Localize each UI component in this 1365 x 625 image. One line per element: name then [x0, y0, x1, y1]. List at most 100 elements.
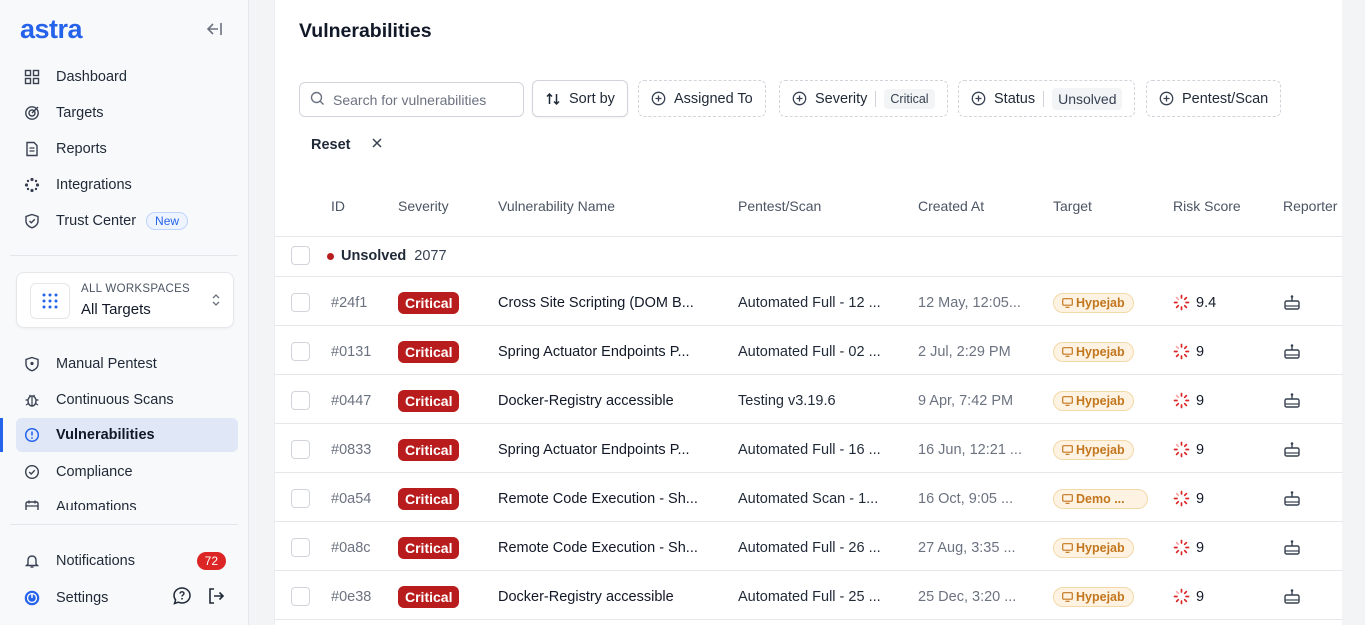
target-badge[interactable]: Hypejab [1053, 586, 1134, 607]
table-row[interactable]: #0e38 Critical Docker-Registry accessibl… [275, 572, 1343, 621]
nav-notifications[interactable]: Notifications 72 [16, 544, 238, 578]
sort-arrows-icon [545, 91, 561, 107]
created-at: 16 Jun, 12:21 ... [918, 441, 1022, 458]
target-badge[interactable]: Hypejab [1053, 439, 1134, 460]
reset-filters-button[interactable]: Reset [311, 137, 383, 153]
nav-compliance[interactable]: Compliance [16, 455, 238, 489]
logout-icon[interactable] [206, 586, 226, 610]
severity-label: Severity [815, 90, 868, 107]
column-header-created[interactable]: Created At [918, 198, 984, 214]
target-icon [24, 105, 40, 121]
created-at: 16 Oct, 9:05 ... [918, 490, 1014, 507]
table-row[interactable]: #24f1 Critical Cross Site Scripting (DOM… [275, 278, 1343, 327]
nav-label: Vulnerabilities [56, 427, 155, 443]
nav-manual-pentest[interactable]: Manual Pentest [16, 347, 238, 381]
row-checkbox[interactable] [291, 342, 310, 361]
vuln-name[interactable]: Cross Site Scripting (DOM B... [498, 278, 718, 327]
target-cell: Demo ... [1053, 474, 1148, 523]
reporter-cell [1283, 376, 1301, 425]
vuln-name[interactable]: Remote Code Execution - Sh... [498, 523, 718, 572]
vuln-name[interactable]: Spring Actuator Endpoints P... [498, 425, 718, 474]
created-at: 9 Apr, 7:42 PM [918, 392, 1014, 409]
risk-gauge-icon [1173, 343, 1190, 360]
target-badge[interactable]: Hypejab [1053, 390, 1134, 411]
nav-trust-center[interactable]: Trust Center New [16, 204, 238, 238]
target-badge[interactable]: Hypejab [1053, 341, 1134, 362]
pentest-scan: Automated Full - 26 ... [738, 539, 881, 556]
table-row[interactable]: #0447 Critical Docker-Registry accessibl… [275, 376, 1343, 425]
row-checkbox[interactable] [291, 489, 310, 508]
nav-vulnerabilities[interactable]: Vulnerabilities [16, 418, 238, 452]
astra-logo[interactable]: astra [20, 14, 83, 45]
row-checkbox[interactable] [291, 440, 310, 459]
severity-badge: Critical [398, 487, 460, 510]
pentest-scan-filter[interactable]: Pentest/Scan [1146, 80, 1282, 117]
nav-targets[interactable]: Targets [16, 96, 238, 130]
reporter-cell [1283, 327, 1301, 376]
nav-label: Manual Pentest [56, 356, 157, 372]
robot-icon [1284, 442, 1300, 457]
vuln-id: #0131 [331, 343, 372, 360]
column-header-id[interactable]: ID [331, 198, 345, 214]
row-checkbox[interactable] [291, 391, 310, 410]
nav-label: Integrations [56, 177, 132, 193]
severity-cell: Critical [398, 523, 460, 572]
column-header-reporter[interactable]: Reporter [1283, 198, 1337, 214]
column-header-scan[interactable]: Pentest/Scan [738, 198, 821, 214]
severity-filter[interactable]: Severity Critical [779, 80, 948, 117]
severity-badge: Critical [398, 536, 460, 559]
risk-gauge-icon [1173, 392, 1190, 409]
severity-value-tag: Critical [884, 88, 935, 109]
pentest-scan: Automated Scan - 1... [738, 490, 879, 507]
vuln-name[interactable]: Docker-Registry accessible [498, 572, 718, 621]
vuln-name[interactable]: Docker-Registry accessible [498, 376, 718, 425]
nav-integrations[interactable]: Integrations [16, 168, 238, 202]
robot-icon [1284, 540, 1300, 555]
row-checkbox[interactable] [291, 587, 310, 606]
vuln-name[interactable]: Spring Actuator Endpoints P... [498, 327, 718, 376]
nav-label: Dashboard [56, 69, 127, 85]
nav-label: Trust Center [56, 213, 137, 229]
target-badge[interactable]: Hypejab [1053, 537, 1134, 558]
close-icon[interactable] [371, 137, 383, 153]
group-header-unsolved[interactable]: Unsolved 2077 [327, 248, 447, 264]
column-header-severity[interactable]: Severity [398, 198, 449, 214]
status-filter[interactable]: Status Unsolved [958, 80, 1136, 117]
nav-reports[interactable]: Reports [16, 132, 238, 166]
assigned-to-filter[interactable]: Assigned To [638, 80, 766, 117]
workspace-selector[interactable]: ALL WORKSPACES All Targets [16, 272, 234, 328]
column-header-risk[interactable]: Risk Score [1173, 198, 1241, 214]
target-badge[interactable]: Hypejab [1053, 292, 1134, 313]
select-all-checkbox[interactable] [291, 246, 310, 265]
target-cell: Hypejab [1053, 278, 1134, 327]
severity-badge: Critical [398, 389, 460, 412]
help-chat-icon[interactable] [172, 586, 192, 610]
nav-settings[interactable]: Settings [16, 581, 238, 615]
collapse-sidebar-icon[interactable] [203, 19, 225, 39]
table-row[interactable]: #0a8c Critical Remote Code Execution - S… [275, 523, 1343, 572]
nav-dashboard[interactable]: Dashboard [16, 60, 238, 94]
divider [275, 325, 1343, 326]
monitor-icon [1062, 542, 1073, 553]
table-row[interactable]: #0833 Critical Spring Actuator Endpoints… [275, 425, 1343, 474]
column-header-name[interactable]: Vulnerability Name [498, 198, 615, 214]
plus-circle-icon [651, 91, 666, 106]
column-header-target[interactable]: Target [1053, 198, 1092, 214]
row-checkbox[interactable] [291, 538, 310, 557]
nav-automations[interactable]: Automations [16, 490, 238, 510]
target-name: Hypejab [1076, 442, 1125, 457]
risk-cell: 9 [1173, 376, 1204, 425]
search-input[interactable] [333, 91, 513, 108]
target-badge[interactable]: Demo ... [1053, 488, 1148, 509]
table-row[interactable]: #0a54 Critical Remote Code Execution - S… [275, 474, 1343, 523]
created-at: 12 May, 12:05... [918, 294, 1021, 311]
nav-continuous-scans[interactable]: Continuous Scans [16, 383, 238, 417]
risk-score: 9.4 [1196, 294, 1217, 311]
vuln-name[interactable]: Remote Code Execution - Sh... [498, 474, 718, 523]
shield-icon [24, 356, 40, 372]
row-checkbox[interactable] [291, 293, 310, 312]
search-box[interactable] [299, 82, 524, 117]
sort-by-button[interactable]: Sort by [532, 80, 628, 117]
table-row[interactable]: #0131 Critical Spring Actuator Endpoints… [275, 327, 1343, 376]
active-indicator [0, 418, 3, 452]
